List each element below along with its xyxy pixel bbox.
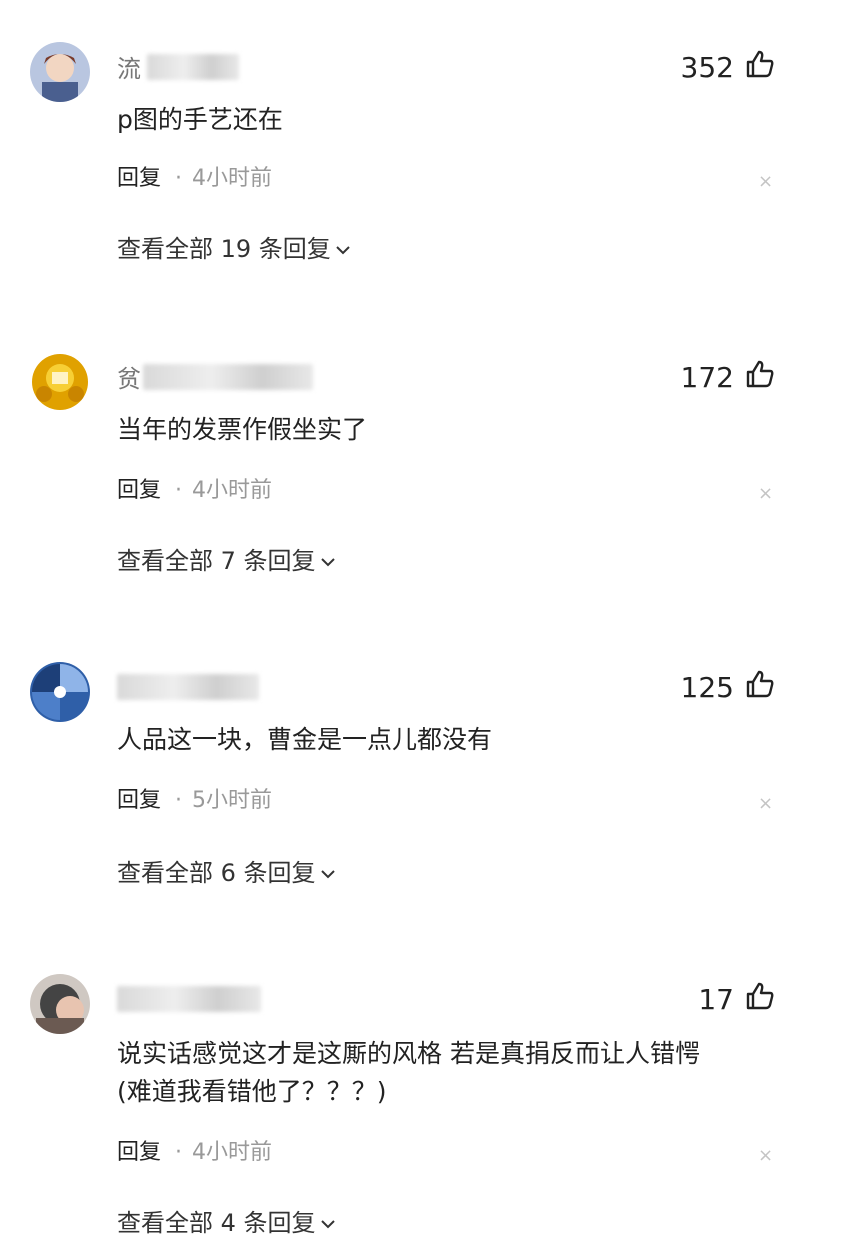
comment-meta: 回复 · 4小时前 [117,164,272,194]
thumbs-up-icon[interactable] [744,668,776,700]
close-icon[interactable]: × [758,795,773,813]
comment-text-line-2: (难道我看错他了？？？) [117,1077,387,1106]
comment-text: 当年的发票作假坐实了 [117,415,368,444]
separator-dot: · [175,478,183,503]
timestamp: 4小时前 [192,478,273,503]
view-all-replies-button[interactable]: 查看全部 4 条回复 [117,1208,336,1238]
blurred-username [143,364,313,390]
username-text: 流 [117,55,141,83]
comment-text: p图的手艺还在 [117,105,283,134]
comment-meta: 回复 · 4小时前 [117,1138,272,1168]
comment-text: 人品这一块，曹金是一点儿都没有 [117,725,493,754]
like-count: 125 [680,671,734,704]
comment-meta: 回复 · 5小时前 [117,786,272,816]
blurred-username [147,54,239,80]
chevron-down-icon [336,246,350,255]
view-all-label: 查看全部 6 条回复 [117,859,316,887]
blurred-username [117,674,259,700]
reply-button[interactable]: 回复 [117,166,161,191]
separator-dot: · [175,166,183,191]
like-count: 17 [698,983,734,1016]
view-all-label: 查看全部 19 条回复 [117,235,331,263]
like-count: 352 [680,51,734,84]
comment-meta: 回复 · 4小时前 [117,476,272,506]
avatar[interactable] [30,662,90,722]
reply-button[interactable]: 回复 [117,788,161,813]
timestamp: 4小时前 [192,1140,273,1165]
avatar[interactable] [30,352,90,412]
close-icon[interactable]: × [758,173,773,191]
separator-dot: · [175,1140,183,1165]
username[interactable]: 贫 [117,364,313,394]
view-all-replies-button[interactable]: 查看全部 6 条回复 [117,858,336,888]
username[interactable]: 流 [117,54,239,84]
view-all-replies-button[interactable]: 查看全部 19 条回复 [117,234,351,264]
avatar[interactable] [30,42,90,102]
timestamp: 5小时前 [192,788,273,813]
separator-dot: · [175,788,183,813]
close-icon[interactable]: × [758,485,773,503]
like-count: 172 [680,361,734,394]
view-all-label: 查看全部 4 条回复 [117,1209,316,1237]
view-all-replies-button[interactable]: 查看全部 7 条回复 [117,546,336,576]
chevron-down-icon [320,558,335,567]
chevron-down-icon [320,1220,335,1229]
reply-button[interactable]: 回复 [117,478,161,503]
close-icon[interactable]: × [758,1147,773,1165]
thumbs-up-icon[interactable] [744,980,776,1012]
avatar[interactable] [30,974,90,1034]
view-all-label: 查看全部 7 条回复 [117,547,316,575]
chevron-down-icon [320,870,335,879]
thumbs-up-icon[interactable] [744,358,776,390]
username-text: 贫 [117,365,141,393]
reply-button[interactable]: 回复 [117,1140,161,1165]
timestamp: 4小时前 [192,166,273,191]
blurred-username [117,986,261,1012]
comment-feed: 流 352 p图的手艺还在 回复 · 4小时前 × 查看全部 19 条回复 贫 … [0,0,842,1244]
thumbs-up-icon[interactable] [744,48,776,80]
